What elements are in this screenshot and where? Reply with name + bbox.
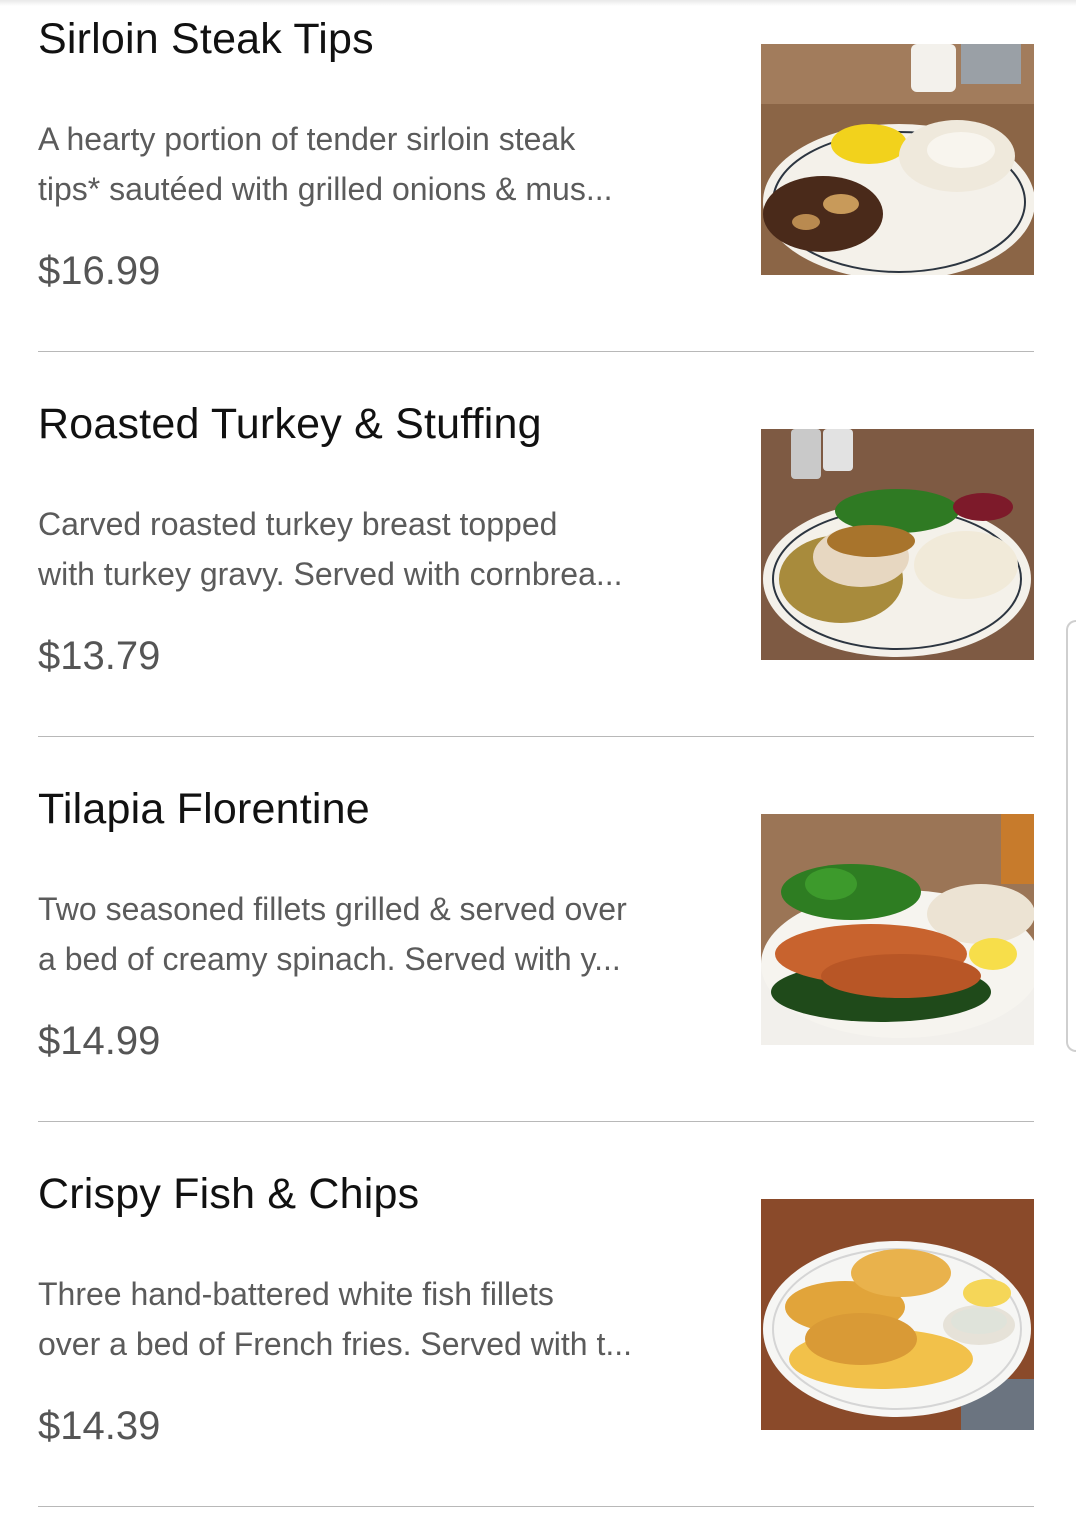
menu-item-price: $14.39 bbox=[38, 1404, 161, 1448]
description-line: Carved roasted turkey breast topped bbox=[38, 506, 558, 542]
menu-item-crispy-fish-chips[interactable]: Crispy Fish & Chips Three hand-battered … bbox=[38, 1155, 1034, 1539]
description-line: with turkey gravy. Served with cornbrea.… bbox=[38, 556, 623, 592]
divider bbox=[38, 1121, 1034, 1122]
menu-item-price: $14.99 bbox=[38, 1019, 161, 1063]
description-line: tips* sautéed with grilled onions & mus.… bbox=[38, 171, 613, 207]
menu-item-description: Three hand-battered white fish fillets o… bbox=[38, 1269, 718, 1369]
description-line: over a bed of French fries. Served with … bbox=[38, 1326, 633, 1362]
menu-item-title: Roasted Turkey & Stuffing bbox=[38, 400, 542, 448]
menu-item-description: Carved roasted turkey breast topped with… bbox=[38, 499, 718, 599]
description-line: A hearty portion of tender sirloin steak bbox=[38, 121, 576, 157]
scroll-indicator[interactable] bbox=[1066, 620, 1076, 1052]
steak-tips-plate-photo[interactable] bbox=[761, 44, 1034, 275]
menu-item-title: Tilapia Florentine bbox=[38, 785, 370, 833]
description-line: Three hand-battered white fish fillets bbox=[38, 1276, 554, 1312]
fish-chips-plate-photo[interactable] bbox=[761, 1199, 1034, 1430]
menu-item-sirloin-steak-tips[interactable]: Sirloin Steak Tips A hearty portion of t… bbox=[38, 0, 1034, 384]
menu-item-description: A hearty portion of tender sirloin steak… bbox=[38, 114, 718, 214]
divider bbox=[38, 736, 1034, 737]
tilapia-plate-photo[interactable] bbox=[761, 814, 1034, 1045]
divider bbox=[38, 351, 1034, 352]
menu-item-description: Two seasoned fillets grilled & served ov… bbox=[38, 884, 718, 984]
menu-item-price: $13.79 bbox=[38, 634, 161, 678]
description-line: Two seasoned fillets grilled & served ov… bbox=[38, 891, 627, 927]
turkey-stuffing-plate-photo[interactable] bbox=[761, 429, 1034, 660]
menu-item-title: Crispy Fish & Chips bbox=[38, 1170, 420, 1218]
menu-item-tilapia-florentine[interactable]: Tilapia Florentine Two seasoned fillets … bbox=[38, 770, 1034, 1154]
menu-item-title: Sirloin Steak Tips bbox=[38, 15, 374, 63]
menu-item-price: $16.99 bbox=[38, 249, 161, 293]
menu-item-roasted-turkey-stuffing[interactable]: Roasted Turkey & Stuffing Carved roasted… bbox=[38, 385, 1034, 769]
description-line: a bed of creamy spinach. Served with y..… bbox=[38, 941, 621, 977]
